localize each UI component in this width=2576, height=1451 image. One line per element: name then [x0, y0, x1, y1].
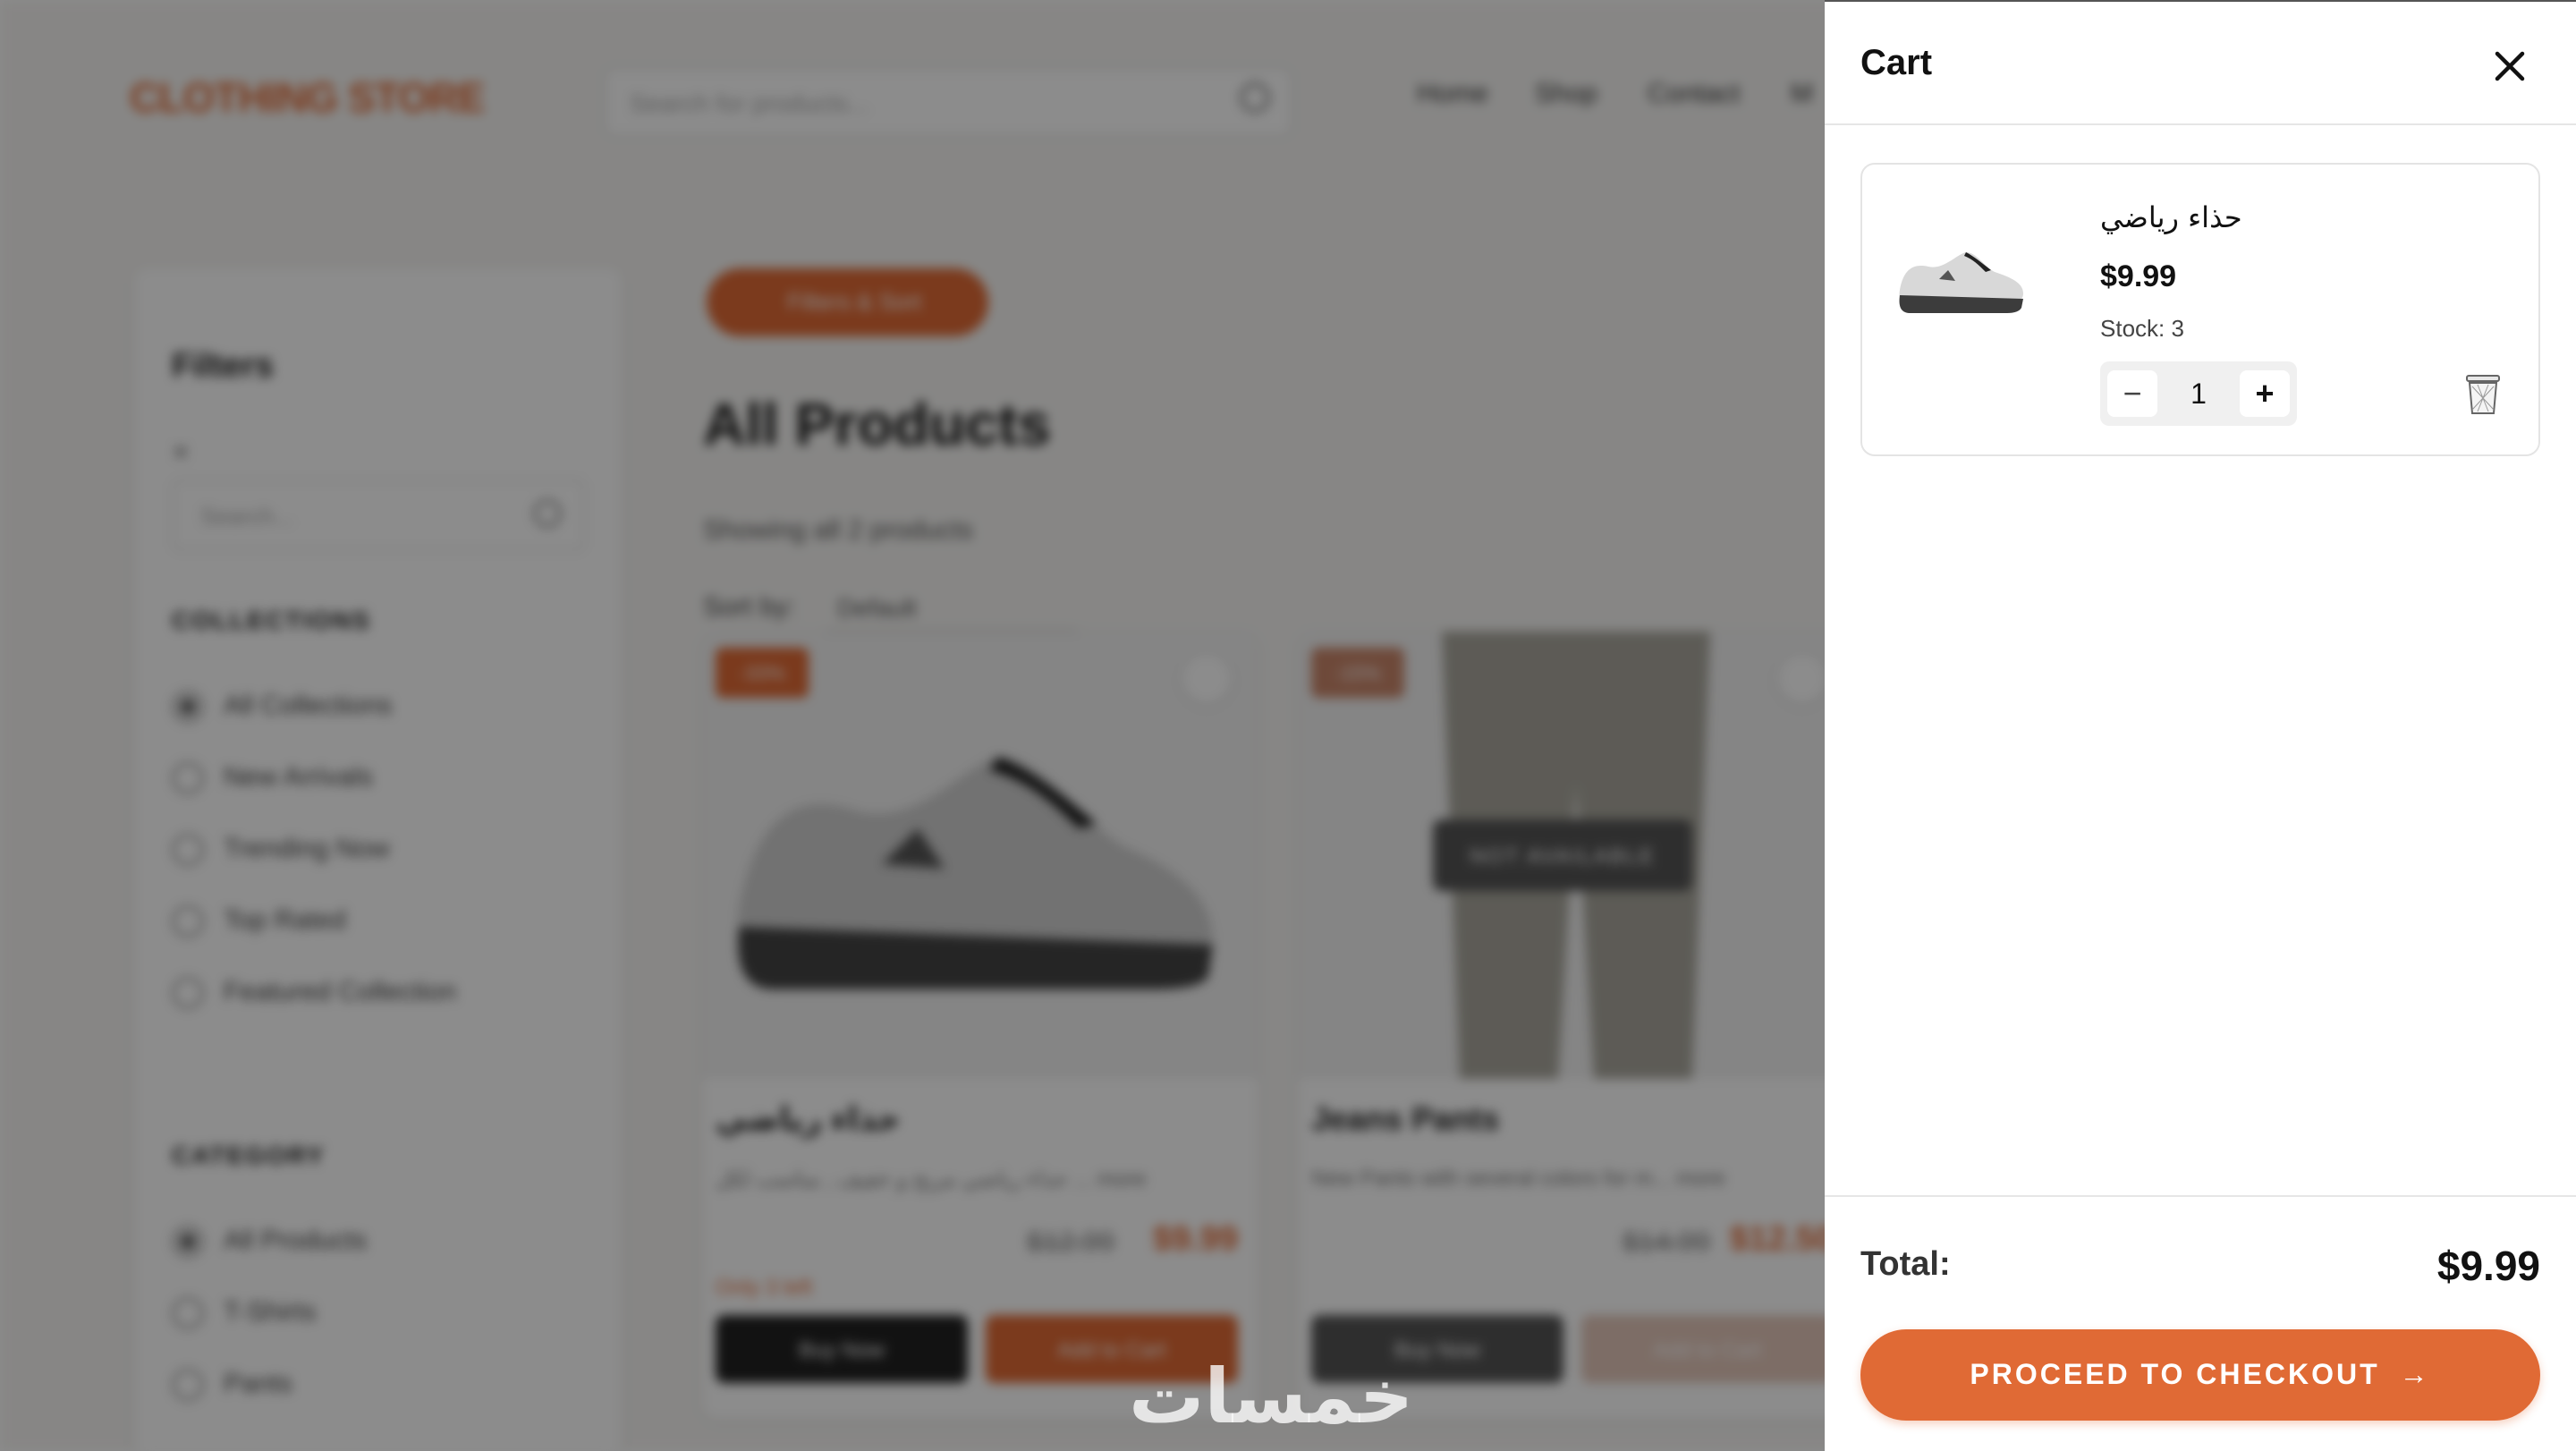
- cart-item-name: حذاء رياضي: [2100, 200, 2242, 234]
- modal-overlay[interactable]: خمسات: [0, 0, 1825, 1451]
- cart-item-image: [1899, 252, 2023, 313]
- checkout-label: PROCEED TO CHECKOUT: [1970, 1358, 2380, 1390]
- decrease-quantity-button[interactable]: −: [2107, 370, 2157, 417]
- proceed-to-checkout-button[interactable]: PROCEED TO CHECKOUT →: [1860, 1329, 2540, 1421]
- cart-item-price: $9.99: [2100, 259, 2177, 293]
- increase-quantity-button[interactable]: +: [2240, 370, 2290, 417]
- cart-item: حذاء رياضي $9.99 Stock: 3 − 1 +: [1860, 163, 2540, 456]
- total-value: $9.99: [2436, 1243, 2540, 1289]
- cart-header: Cart: [1825, 2, 2576, 125]
- total-label: Total:: [1860, 1245, 1951, 1283]
- trash-icon[interactable]: [2463, 372, 2503, 417]
- quantity-stepper: − 1 +: [2100, 361, 2297, 426]
- cart-item-stock: Stock: 3: [2100, 315, 2184, 342]
- watermark: خمسات: [1129, 1353, 1414, 1440]
- quantity-value: 1: [2190, 378, 2207, 410]
- close-icon[interactable]: [2490, 47, 2529, 86]
- cart-title: Cart: [1860, 43, 1933, 82]
- arrow-right-icon: →: [2399, 1358, 2431, 1390]
- cart-drawer: Cart حذاء رياضي $9.99 Stock: 3 − 1 + Tot…: [1825, 0, 2576, 1451]
- cart-footer: Total: $9.99 PROCEED TO CHECKOUT →: [1825, 1195, 2576, 1451]
